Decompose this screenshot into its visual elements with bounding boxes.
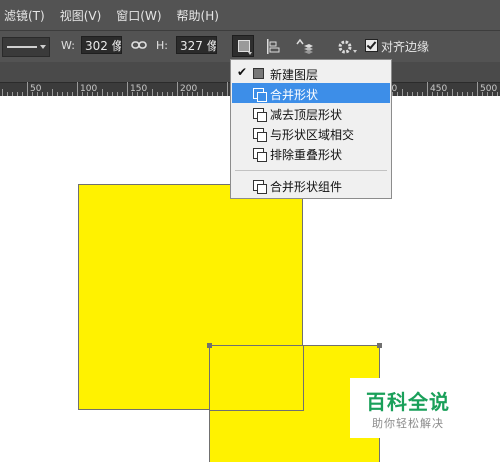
merge-shape-components-icon-back xyxy=(257,184,267,194)
path-operations-menu: ✔ 新建图层 合并形状 减去顶层形状 与形状区域相交 排除重叠形状 合并形状组件 xyxy=(230,59,392,199)
ruler-tick xyxy=(152,89,153,96)
align-edges-label: 对齐边缘 xyxy=(381,40,430,54)
checkmark-icon: ✔ xyxy=(237,65,248,79)
width-label: W: xyxy=(61,39,75,52)
new-layer-icon xyxy=(253,68,264,79)
ruler-tick xyxy=(202,89,203,96)
menu-item-label: 合并形状 xyxy=(270,88,319,102)
menu-item-new-layer[interactable]: ✔ 新建图层 xyxy=(232,63,390,83)
ruler-label: 100 xyxy=(80,84,98,94)
menu-separator xyxy=(235,170,387,171)
menu-help[interactable]: 帮助(H) xyxy=(171,7,228,24)
ruler-tick xyxy=(402,89,403,96)
exclude-overlapping-shapes-icon-back xyxy=(257,152,267,162)
menu-item-label: 排除重叠形状 xyxy=(270,148,343,162)
intersect-shape-areas-icon-back xyxy=(257,132,267,142)
menu-item-label: 合并形状组件 xyxy=(270,180,343,194)
watermark-subtitle: 助你轻松解决 xyxy=(372,417,444,430)
menu-item-exclude-overlapping-shapes[interactable]: 排除重叠形状 xyxy=(232,143,390,163)
width-input[interactable]: 302 像 xyxy=(81,36,122,54)
chevron-down-icon xyxy=(248,52,252,55)
path-arrangement-icon[interactable] xyxy=(294,37,314,57)
height-label: H: xyxy=(156,39,168,52)
path-outline xyxy=(209,410,304,411)
chevron-down-icon xyxy=(40,45,46,49)
ruler-tick xyxy=(227,82,228,96)
menu-window[interactable]: 窗口(W) xyxy=(110,7,170,24)
menu-item-label: 与形状区域相交 xyxy=(270,128,355,142)
ruler-label: 200 xyxy=(180,84,198,94)
ruler-label: 500 xyxy=(480,84,498,94)
ruler-tick xyxy=(77,82,78,96)
align-edges-checkbox[interactable] xyxy=(365,39,378,52)
path-outline xyxy=(303,345,304,411)
menu-item-subtract-front-shape[interactable]: 减去顶层形状 xyxy=(232,103,390,123)
anchor-point-handle[interactable] xyxy=(207,343,212,348)
height-input[interactable]: 327 像 xyxy=(176,36,217,54)
stroke-style-picker[interactable] xyxy=(2,37,50,57)
ruler-label: 450 xyxy=(430,84,448,94)
menu-item-label: 新建图层 xyxy=(270,68,319,82)
watermark-title: 百科全说 xyxy=(366,390,450,414)
menu-item-label: 减去顶层形状 xyxy=(270,108,343,122)
path-operations-button[interactable] xyxy=(232,35,254,57)
ruler-tick xyxy=(27,82,28,96)
combine-shapes-icon-back xyxy=(257,92,267,102)
menu-item-combine-shapes[interactable]: 合并形状 xyxy=(232,83,390,103)
path-alignment-icon[interactable] xyxy=(265,38,281,56)
menu-item-merge-shape-components[interactable]: 合并形状组件 xyxy=(232,175,390,195)
ruler-tick xyxy=(477,82,478,96)
ruler-tick xyxy=(452,89,453,96)
ruler-label: 50 xyxy=(30,84,42,94)
ruler-tick xyxy=(52,89,53,96)
subtract-front-shape-icon-back xyxy=(257,112,267,122)
ruler-tick xyxy=(102,89,103,96)
menu-filter[interactable]: 滤镜(T) xyxy=(0,7,54,24)
gear-icon[interactable] xyxy=(336,38,358,56)
menu-bar: 滤镜(T) 视图(V) 窗口(W) 帮助(H) xyxy=(0,0,500,30)
ruler-label: 150 xyxy=(130,84,148,94)
ruler-tick xyxy=(127,82,128,96)
link-icon[interactable] xyxy=(131,39,147,51)
menu-view[interactable]: 视图(V) xyxy=(54,7,111,24)
menu-item-intersect-shape-areas[interactable]: 与形状区域相交 xyxy=(232,123,390,143)
ruler-tick xyxy=(177,82,178,96)
ruler-tick xyxy=(2,89,3,96)
stroke-line-icon xyxy=(7,46,37,48)
square-icon xyxy=(238,40,250,52)
ruler-tick xyxy=(427,82,428,96)
anchor-point-handle[interactable] xyxy=(377,343,382,348)
watermark: 百科全说 助你轻松解决 xyxy=(350,378,462,438)
